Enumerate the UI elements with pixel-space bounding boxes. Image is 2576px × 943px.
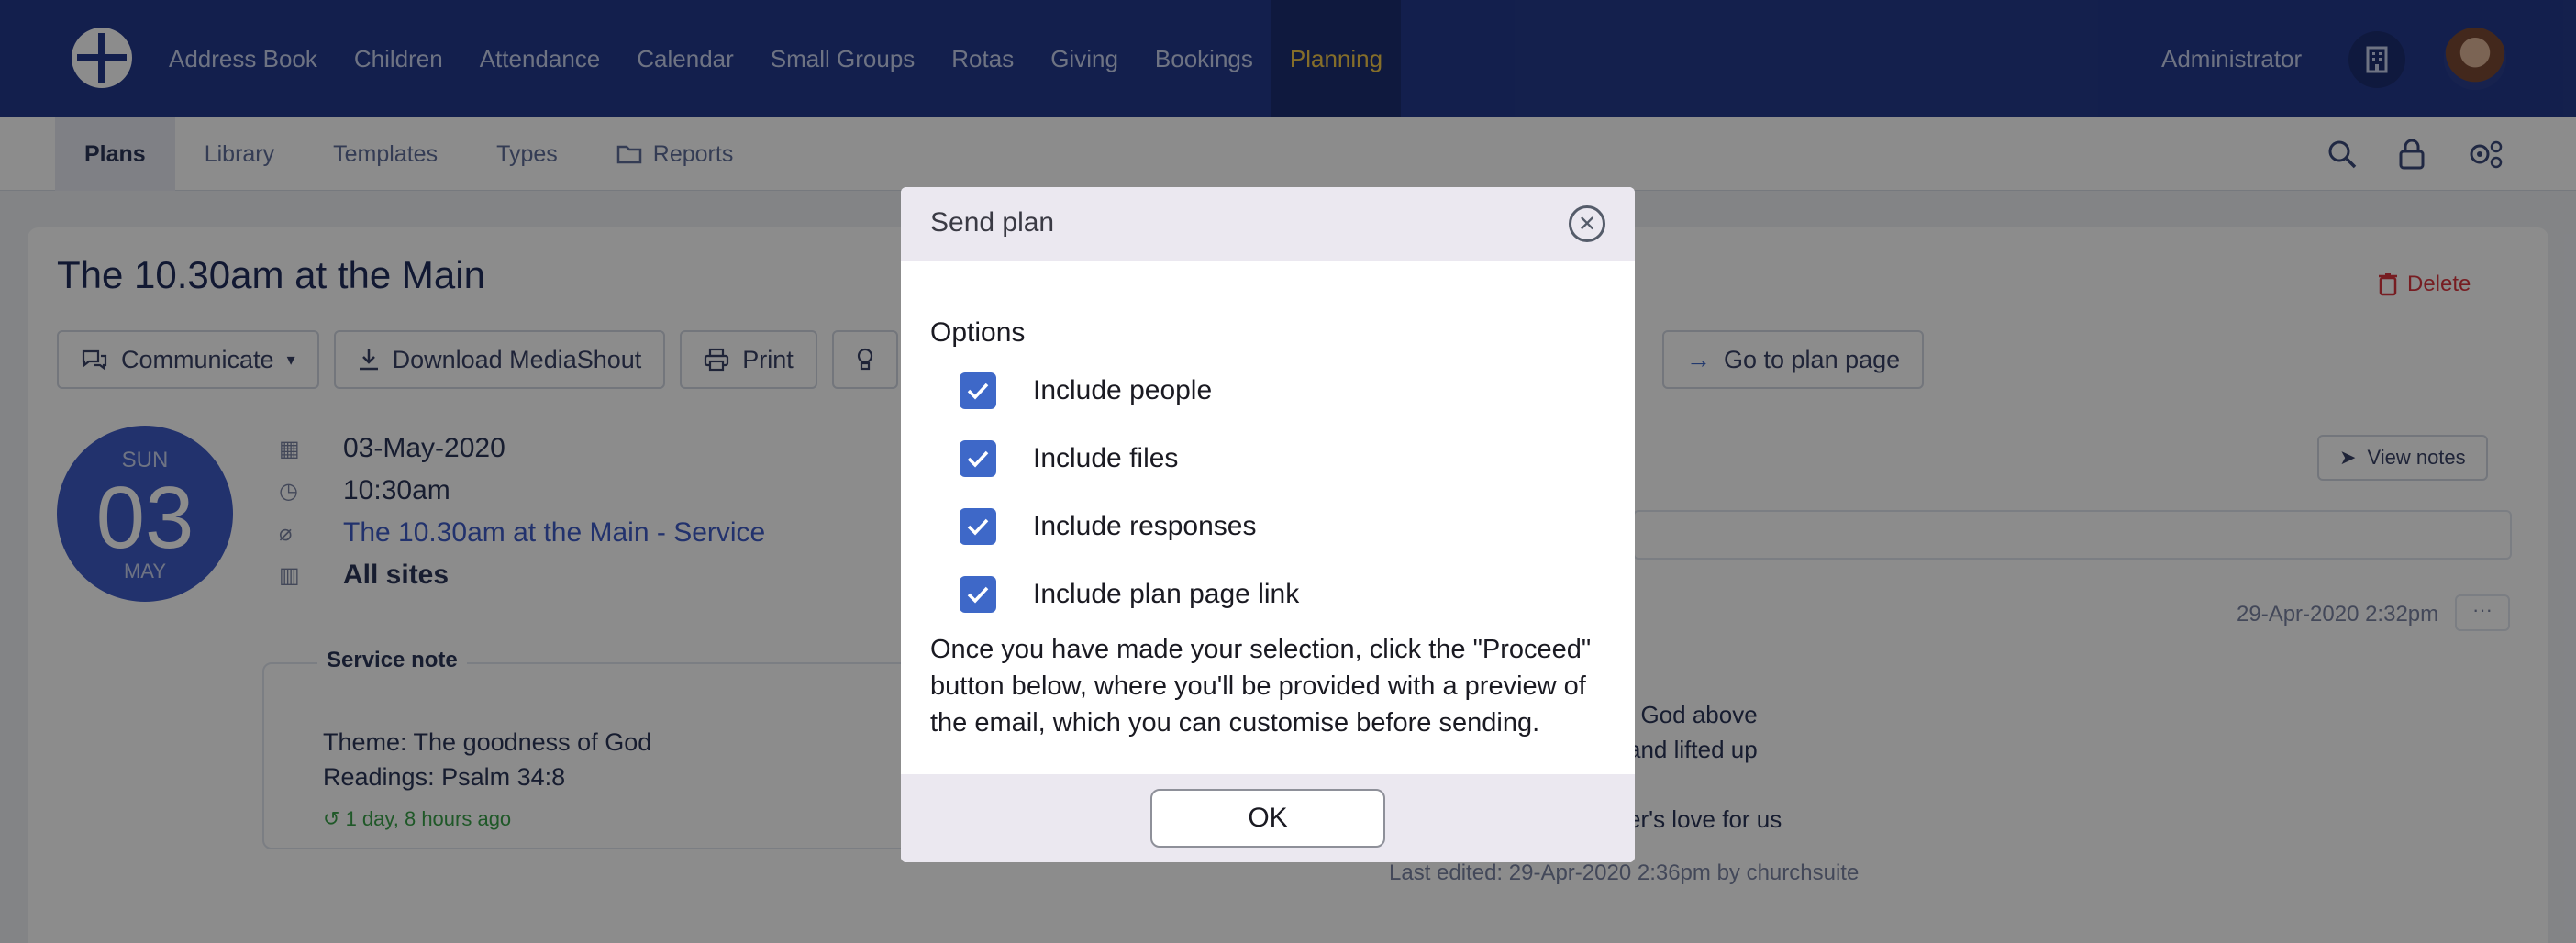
check-icon xyxy=(967,586,989,604)
checkbox-include-files[interactable] xyxy=(960,440,996,477)
options-label: Options xyxy=(930,317,1026,348)
check-icon xyxy=(967,518,989,536)
close-icon[interactable]: ✕ xyxy=(1569,205,1605,242)
option-label: Include plan page link xyxy=(1033,579,1300,609)
option-label: Include responses xyxy=(1033,511,1257,541)
ok-button[interactable]: OK xyxy=(1150,789,1385,848)
send-plan-modal: Send plan ✕ Options Include people Inclu… xyxy=(901,187,1635,862)
checkbox-include-responses[interactable] xyxy=(960,508,996,545)
checkbox-include-people[interactable] xyxy=(960,372,996,409)
checkbox-include-plan-page-link[interactable] xyxy=(960,576,996,613)
option-include-people[interactable]: Include people xyxy=(960,372,1212,409)
modal-title: Send plan xyxy=(930,207,1055,238)
option-include-files[interactable]: Include files xyxy=(960,440,1178,477)
option-include-responses[interactable]: Include responses xyxy=(960,508,1257,545)
option-label: Include files xyxy=(1033,443,1179,473)
option-include-plan-page-link[interactable]: Include plan page link xyxy=(960,576,1299,613)
check-icon xyxy=(967,383,989,400)
option-label: Include people xyxy=(1033,375,1213,405)
check-icon xyxy=(967,450,989,468)
modal-description: Once you have made your selection, click… xyxy=(930,635,1592,738)
